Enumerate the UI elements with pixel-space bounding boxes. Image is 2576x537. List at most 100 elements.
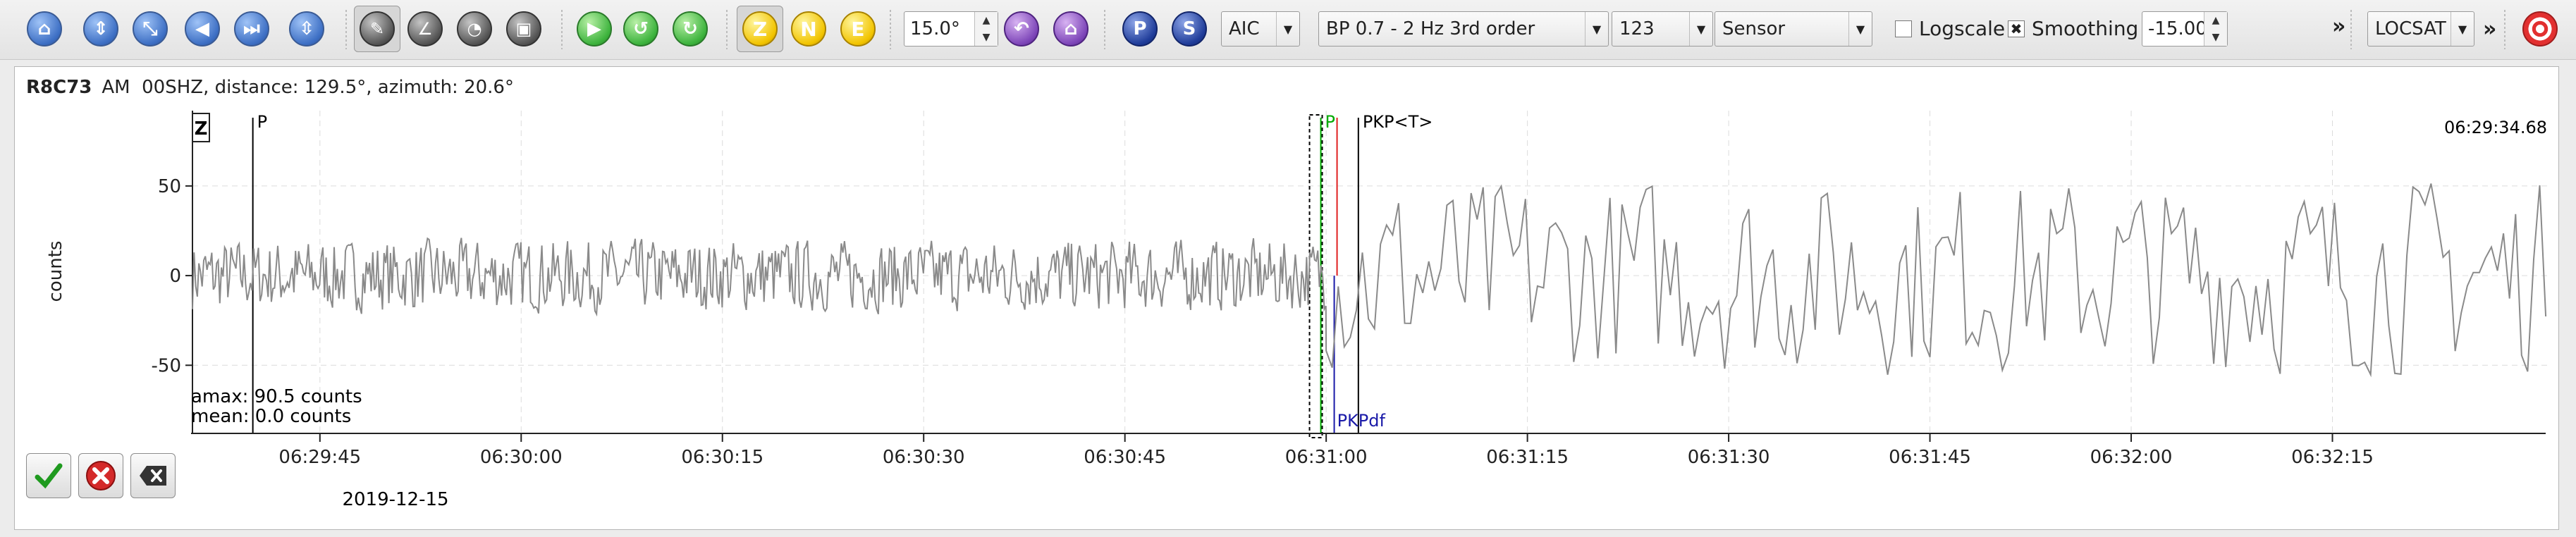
y-tick-label: 0	[169, 266, 181, 287]
spin-arrows[interactable]: ▲ ▼	[974, 12, 998, 46]
component-z-button[interactable]: Z	[742, 7, 778, 51]
separator	[2350, 10, 2352, 49]
rotation-angle-spinbox[interactable]: 15.0° ▲ ▼	[904, 11, 998, 47]
locator-value: LOCSAT	[2375, 18, 2446, 39]
pick-tool[interactable]: ✎	[360, 7, 395, 51]
expand-icon: ⇳	[289, 11, 324, 47]
caret-down-icon: ▼	[2212, 32, 2220, 43]
pick-icon: ✎	[360, 11, 395, 47]
filter-select[interactable]: BP 0.7 - 2 Hz 3rd order ▼	[1318, 11, 1609, 47]
offset-value: -15.00	[2148, 18, 2207, 39]
y-axis-label: counts	[45, 241, 66, 302]
arrow-right-icon: ⏭	[234, 11, 269, 47]
angle-icon: ∠	[407, 11, 443, 47]
component-e-icon: E	[840, 11, 876, 47]
phase-label: PKPdf	[1337, 411, 1386, 431]
home-rotate-button[interactable]: ⌂	[1053, 7, 1088, 51]
smoothing-checkbox[interactable]: ✖ Smoothing	[2008, 17, 2138, 40]
date-label: 2019-12-15	[342, 489, 448, 510]
pick-p-button[interactable]: P	[1122, 7, 1158, 51]
component-badge: Z	[195, 118, 208, 140]
prev-button[interactable]: ◀	[185, 7, 220, 51]
component-n-button[interactable]: N	[791, 7, 826, 51]
spectrum-tool[interactable]: ◔	[457, 7, 492, 51]
x-tick-label: 06:30:15	[681, 447, 763, 468]
component-set-select[interactable]: 123 ▼	[1612, 11, 1713, 47]
rewind-icon: ↺	[623, 11, 658, 47]
x-tick-label: 06:29:45	[278, 447, 361, 468]
chevron-down-icon: ▼	[2451, 12, 2474, 46]
offset-spinbox[interactable]: -15.00 ▲ ▼	[2142, 11, 2228, 47]
filter-forward-button[interactable]: ↻	[673, 7, 708, 51]
waveform-plot[interactable]: 50 0 -50 counts Z P P PKP<T> PKPdf 06:29:34.6…	[15, 67, 2560, 531]
measure-tool[interactable]: ∠	[407, 7, 443, 51]
x-tick-label: 06:30:45	[1084, 447, 1166, 468]
unit-mode-select[interactable]: Sensor ▼	[1715, 11, 1872, 47]
filter-back-button[interactable]: ↺	[623, 7, 658, 51]
target-icon	[2522, 11, 2558, 47]
start-time-label: 06:29:34.68	[2444, 118, 2547, 137]
arrow-left-icon: ◀	[185, 11, 220, 47]
phase-p-icon: P	[1122, 11, 1158, 47]
check-icon	[35, 463, 63, 489]
x-tick-label: 06:31:45	[1889, 447, 1971, 468]
next-button[interactable]: ⏭	[234, 7, 269, 51]
scroll-up-button[interactable]: ⇕	[83, 7, 118, 51]
picker-method-select[interactable]: AIC ▼	[1221, 11, 1300, 47]
phase-label: P	[257, 112, 267, 132]
phase-label: P	[1325, 112, 1335, 132]
caret-up-icon: ▲	[982, 15, 990, 26]
component-n-icon: N	[791, 11, 826, 47]
waveform-trace	[192, 183, 2547, 378]
caret-down-icon: ▼	[982, 32, 990, 43]
toolbar-overflow2-button[interactable]: »	[2483, 17, 2496, 42]
separator	[890, 10, 891, 49]
delete-button[interactable]	[130, 453, 176, 498]
x-axis: 06:29:45 06:30:00 06:30:15 06:30:30 06:30:45…	[278, 433, 2374, 468]
component-e-button[interactable]: E	[840, 7, 876, 51]
filter-apply-button[interactable]: ▶	[577, 7, 612, 51]
home-icon: ⌂	[27, 11, 62, 47]
toolbar: ⌂ ⇕ ⤡ ◀ ⏭ ⇳ ✎ ∠ ◔ ▣ ▶ ↺ ↻ Z N E 15.0° ▲ ▼…	[0, 0, 2576, 60]
amax-label: amax: 90.5 counts	[191, 386, 362, 407]
y-axis: 50 0 -50	[152, 111, 193, 433]
rotate-button[interactable]: ↶	[1004, 7, 1039, 51]
chevron-down-icon: ▼	[1848, 12, 1872, 46]
separator	[345, 10, 347, 49]
separator	[726, 10, 728, 49]
spin-arrows[interactable]: ▲ ▼	[2204, 12, 2227, 46]
unit-mode-value: Sensor	[1722, 18, 1786, 39]
x-tick-label: 06:30:30	[883, 447, 965, 468]
locator-select[interactable]: LOCSAT ▼	[2367, 11, 2474, 47]
separator	[2504, 10, 2506, 49]
picker-method-value: AIC	[1229, 18, 1260, 39]
pick-s-button[interactable]: S	[1172, 7, 1207, 51]
smoothing-label: Smoothing	[2032, 17, 2139, 40]
accept-button[interactable]	[26, 453, 71, 498]
y-tick-label: -50	[152, 355, 181, 376]
logscale-checkbox[interactable]: Logscale	[1895, 17, 2005, 40]
locate-button[interactable]	[2522, 7, 2558, 51]
save-icon: ▣	[506, 11, 541, 47]
y-tick-label: 50	[158, 176, 181, 197]
separator	[1104, 10, 1105, 49]
filter-value: BP 0.7 - 2 Hz 3rd order	[1326, 18, 1535, 39]
home-button[interactable]: ⌂	[27, 7, 62, 51]
component-z-icon: Z	[742, 11, 778, 47]
compress-icon: ⤡	[133, 11, 168, 47]
mean-label: mean: 0.0 counts	[191, 406, 351, 427]
save-tool[interactable]: ▣	[506, 7, 541, 51]
logscale-box[interactable]	[1895, 20, 1912, 37]
forward-icon: ↻	[673, 11, 708, 47]
house-icon: ⌂	[1053, 11, 1088, 47]
play-icon: ▶	[577, 11, 612, 47]
toolbar-overflow-button[interactable]: »	[2332, 14, 2345, 39]
smoothing-box[interactable]: ✖	[2008, 20, 2025, 37]
x-tick-label: 06:32:00	[2090, 447, 2173, 468]
reject-button[interactable]	[78, 453, 123, 498]
expand-button[interactable]: ⇳	[289, 7, 324, 51]
chevron-down-icon: ▼	[1689, 12, 1712, 46]
phase-markers: P P PKP<T> PKPdf	[252, 112, 1433, 438]
compress-button[interactable]: ⤡	[133, 7, 168, 51]
plot-grid	[192, 111, 2547, 433]
